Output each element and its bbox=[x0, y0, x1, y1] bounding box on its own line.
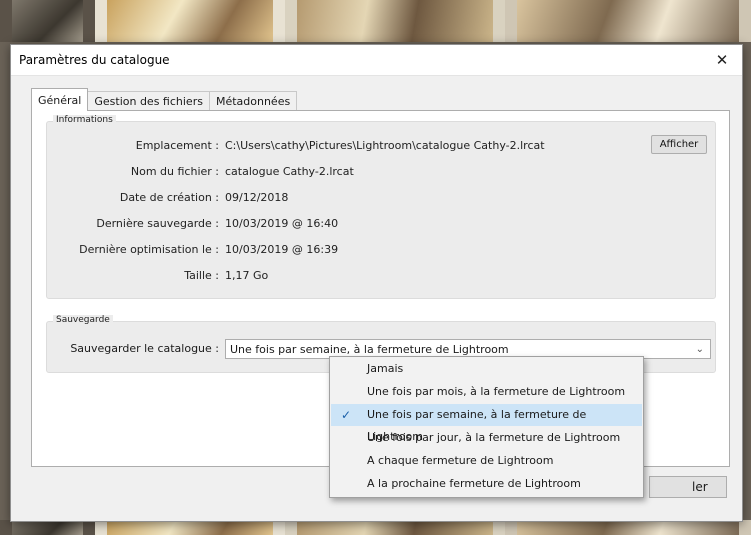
info-row-last-backup: Dernière sauvegarde : 10/03/2019 @ 16:40 bbox=[47, 216, 715, 232]
checkmark-icon: ✓ bbox=[341, 408, 352, 422]
option-label: Une fois par mois, à la fermeture de Lig… bbox=[367, 385, 626, 398]
photo-thumbnail[interactable] bbox=[505, 0, 751, 42]
show-button[interactable]: Afficher bbox=[651, 135, 707, 154]
photo-strip-bottom bbox=[0, 520, 751, 535]
option-label: Une fois par jour, à la fermeture de Lig… bbox=[367, 431, 621, 444]
photo-thumbnail[interactable] bbox=[285, 520, 505, 535]
filename-value: catalogue Cathy-2.lrcat bbox=[225, 165, 354, 178]
location-value: C:\Users\cathy\Pictures\Lightroom\catalo… bbox=[225, 139, 545, 152]
created-label: Date de création : bbox=[119, 191, 219, 204]
backup-frequency-value: Une fois par semaine, à la fermeture de … bbox=[230, 343, 509, 356]
close-icon[interactable]: ✕ bbox=[702, 45, 742, 75]
last-backup-label: Dernière sauvegarde : bbox=[96, 217, 219, 230]
info-row-location: Emplacement : C:\Users\cathy\Pictures\Li… bbox=[47, 138, 715, 154]
info-row-last-optimization: Dernière optimisation le : 10/03/2019 @ … bbox=[47, 242, 715, 258]
option-never[interactable]: Jamais bbox=[331, 358, 642, 380]
chevron-down-icon: ⌄ bbox=[695, 344, 704, 355]
last-optimization-value: 10/03/2019 @ 16:39 bbox=[225, 243, 339, 256]
photo-thumbnail[interactable] bbox=[285, 0, 505, 42]
tab-bar: Général Gestion des fichiers Métadonnées bbox=[31, 88, 298, 111]
backup-legend: Sauvegarde bbox=[53, 315, 113, 325]
size-label: Taille : bbox=[184, 269, 219, 282]
size-value: 1,17 Go bbox=[225, 269, 269, 282]
tab-general[interactable]: Général bbox=[31, 88, 89, 111]
tab-file-handling[interactable]: Gestion des fichiers bbox=[87, 91, 210, 111]
option-label: Jamais bbox=[367, 362, 404, 375]
photo-thumbnail[interactable] bbox=[95, 520, 285, 535]
info-group: Informations Emplacement : C:\Users\cath… bbox=[46, 115, 716, 299]
created-value: 09/12/2018 bbox=[225, 191, 289, 204]
location-label: Emplacement : bbox=[135, 139, 219, 152]
option-label: A la prochaine fermeture de Lightroom bbox=[367, 477, 581, 490]
backup-catalog-label: Sauvegarder le catalogue : bbox=[70, 342, 219, 355]
photo-strip-top bbox=[0, 0, 751, 42]
option-every-exit[interactable]: A chaque fermeture de Lightroom bbox=[331, 450, 642, 472]
filename-label: Nom du fichier : bbox=[130, 165, 219, 178]
last-backup-value: 10/03/2019 @ 16:40 bbox=[225, 217, 339, 230]
option-next-exit[interactable]: A la prochaine fermeture de Lightroom bbox=[331, 473, 642, 495]
photo-thumbnail[interactable] bbox=[505, 520, 751, 535]
cancel-button[interactable]: ler bbox=[649, 476, 727, 498]
photo-thumbnail[interactable] bbox=[95, 0, 285, 42]
last-optimization-label: Dernière optimisation le : bbox=[79, 243, 219, 256]
photo-thumbnail[interactable] bbox=[0, 0, 95, 42]
dialog-titlebar[interactable]: Paramètres du catalogue ✕ bbox=[11, 45, 742, 76]
cancel-button-label: ler bbox=[692, 480, 708, 494]
option-monthly[interactable]: Une fois par mois, à la fermeture de Lig… bbox=[331, 381, 642, 403]
option-label: A chaque fermeture de Lightroom bbox=[367, 454, 554, 467]
dialog-title: Paramètres du catalogue bbox=[19, 53, 170, 67]
option-weekly[interactable]: ✓ Une fois par semaine, à la fermeture d… bbox=[331, 404, 642, 443]
backup-frequency-dropdown: Jamais Une fois par mois, à la fermeture… bbox=[329, 356, 644, 498]
info-legend: Informations bbox=[53, 115, 116, 125]
info-row-created: Date de création : 09/12/2018 bbox=[47, 190, 715, 206]
info-row-size: Taille : 1,17 Go bbox=[47, 268, 715, 284]
option-daily[interactable]: Une fois par jour, à la fermeture de Lig… bbox=[331, 427, 642, 449]
info-row-filename: Nom du fichier : catalogue Cathy-2.lrcat bbox=[47, 164, 715, 180]
photo-thumbnail[interactable] bbox=[0, 520, 95, 535]
tab-metadata[interactable]: Métadonnées bbox=[208, 91, 298, 111]
